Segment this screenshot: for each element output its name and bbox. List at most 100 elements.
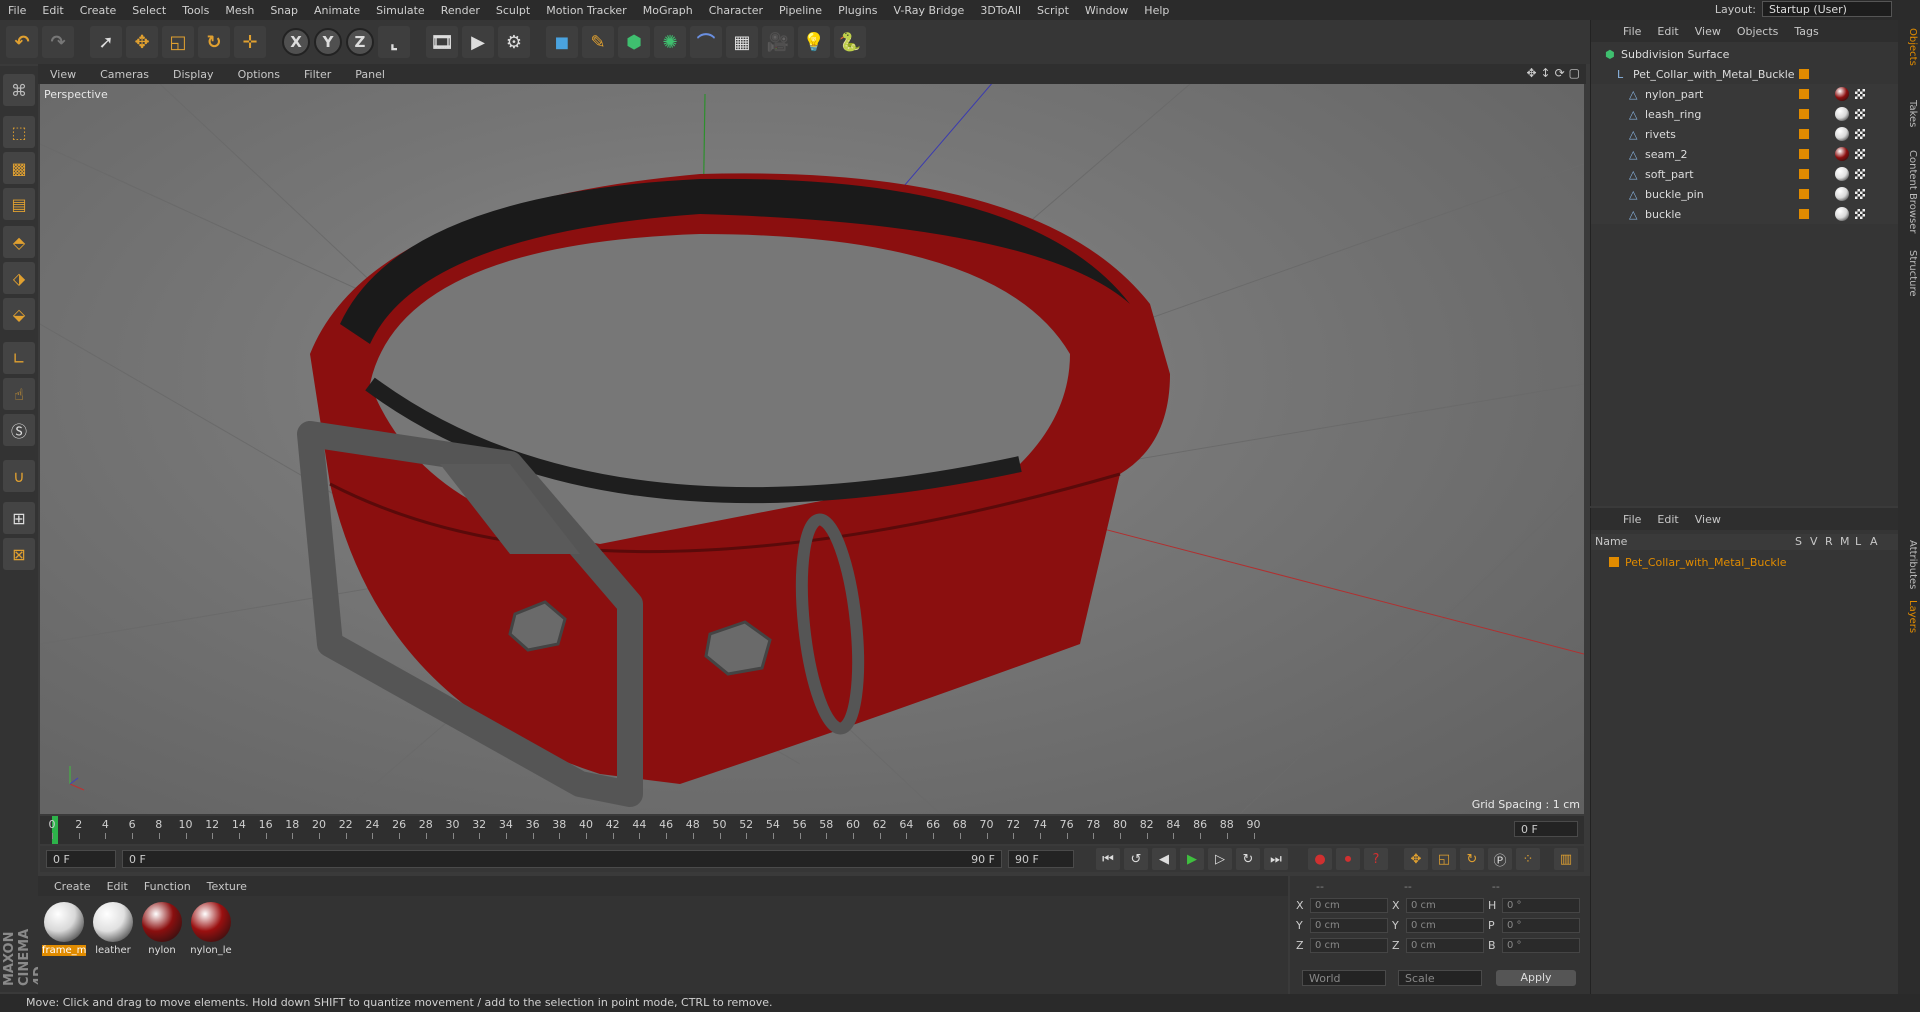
material-swatch[interactable]: leather bbox=[91, 902, 135, 956]
menu-pipeline[interactable]: Pipeline bbox=[771, 4, 830, 17]
record-keys-icon[interactable]: ● bbox=[1308, 848, 1332, 870]
object-row[interactable]: △ nylon_part bbox=[1591, 84, 1899, 104]
menu-script[interactable]: Script bbox=[1029, 4, 1077, 17]
axis-mode-icon[interactable]: ∟ bbox=[3, 342, 35, 374]
layer-menu-file[interactable]: File bbox=[1615, 513, 1649, 526]
menu-file[interactable]: File bbox=[0, 4, 34, 17]
viewport-menu-view[interactable]: View bbox=[38, 68, 88, 81]
material-tag-icon[interactable] bbox=[1835, 187, 1849, 201]
object-menu-tags[interactable]: Tags bbox=[1786, 25, 1826, 38]
layout-dropdown[interactable]: Startup (User) bbox=[1762, 1, 1892, 17]
object-row[interactable]: △ soft_part bbox=[1591, 164, 1899, 184]
play-icon[interactable]: ▶ bbox=[1180, 848, 1204, 870]
go-to-end-icon[interactable]: ⏭ bbox=[1264, 848, 1288, 870]
coordinate-system-icon[interactable]: ⌞ bbox=[378, 26, 410, 58]
cube-primitive-icon[interactable]: ◼ bbox=[546, 26, 578, 58]
menu-window[interactable]: Window bbox=[1077, 4, 1136, 17]
material-tag-icon[interactable] bbox=[1835, 207, 1849, 221]
scale-tool-icon[interactable]: ◱ bbox=[162, 26, 194, 58]
object-row[interactable]: △ rivets bbox=[1591, 124, 1899, 144]
viewport-menu-filter[interactable]: Filter bbox=[292, 68, 343, 81]
previous-key-icon[interactable]: ↺ bbox=[1124, 848, 1148, 870]
python-icon[interactable]: 🐍 bbox=[834, 26, 866, 58]
viewport-nav-icons[interactable]: ✥↕⟳▢ bbox=[1526, 66, 1584, 80]
coordinate-value-field[interactable]: 0 cm bbox=[1406, 918, 1484, 933]
coordinate-value-field[interactable]: 0 cm bbox=[1406, 938, 1484, 953]
edges-mode-icon[interactable]: ⬗ bbox=[3, 262, 35, 294]
apply-button[interactable]: Apply bbox=[1496, 970, 1576, 986]
pen-spline-icon[interactable]: ✎ bbox=[582, 26, 614, 58]
material-swatch[interactable]: nylon_le bbox=[189, 902, 233, 956]
menu-edit[interactable]: Edit bbox=[34, 4, 71, 17]
texture-mode-icon[interactable]: ▩ bbox=[3, 152, 35, 184]
object-menu-edit[interactable]: Edit bbox=[1649, 25, 1686, 38]
3d-viewport[interactable] bbox=[40, 84, 1584, 814]
magnet-icon[interactable]: ∪ bbox=[3, 460, 35, 492]
menu-motion-tracker[interactable]: Motion Tracker bbox=[538, 4, 634, 17]
coordinate-value-field[interactable]: 0 cm bbox=[1310, 918, 1388, 933]
move-tool-icon[interactable]: ✥ bbox=[126, 26, 158, 58]
timeline-ruler[interactable]: 0 2 4 6 8 10 12 14 16 18 20 22 24 26 28 30 32 34 36 38 40 42 4… bbox=[40, 816, 1584, 844]
layer-menu-edit[interactable]: Edit bbox=[1649, 513, 1686, 526]
material-tag-icon[interactable] bbox=[1835, 87, 1849, 101]
menu-mesh[interactable]: Mesh bbox=[217, 4, 262, 17]
material-tag-icon[interactable] bbox=[1835, 127, 1849, 141]
layer-menu-view[interactable]: View bbox=[1687, 513, 1729, 526]
key-scale-icon[interactable]: ◱ bbox=[1432, 848, 1456, 870]
deformer-icon[interactable]: ⌒ bbox=[690, 26, 722, 58]
right-tab-structure[interactable]: Structure bbox=[1900, 250, 1918, 297]
frame-range-slider[interactable]: 0 F 90 F bbox=[122, 850, 1002, 868]
keyframe-selection-icon[interactable]: ? bbox=[1364, 848, 1388, 870]
coord-system-dropdown[interactable]: World bbox=[1302, 970, 1386, 986]
timeline-frame-field[interactable]: 0 F bbox=[1514, 821, 1578, 837]
object-row[interactable]: ⬢ Subdivision Surface bbox=[1591, 44, 1899, 64]
coordinate-value-field[interactable]: 0 cm bbox=[1310, 898, 1388, 913]
right-tab-layers[interactable]: Layers bbox=[1900, 600, 1918, 633]
object-row[interactable]: L Pet_Collar_with_Metal_Buckle bbox=[1591, 64, 1899, 84]
key-parameter-icon[interactable]: Ⓟ bbox=[1488, 848, 1512, 870]
uv-tag-icon[interactable] bbox=[1855, 109, 1865, 119]
select-tool-icon[interactable]: ➚ bbox=[90, 26, 122, 58]
uv-tag-icon[interactable] bbox=[1855, 169, 1865, 179]
menu-render[interactable]: Render bbox=[433, 4, 488, 17]
object-menu-file[interactable]: File bbox=[1615, 25, 1649, 38]
coord-mode-dropdown[interactable]: Scale bbox=[1398, 970, 1482, 986]
menu-plugins[interactable]: Plugins bbox=[830, 4, 885, 17]
uv-tag-icon[interactable] bbox=[1855, 149, 1865, 159]
render-settings-icon[interactable]: ⚙ bbox=[498, 26, 530, 58]
key-pla-icon[interactable]: ⁘ bbox=[1516, 848, 1540, 870]
material-swatch[interactable]: nylon bbox=[140, 902, 184, 956]
x-axis-lock-button[interactable]: X bbox=[282, 28, 310, 56]
undo-button[interactable]: ↶ bbox=[6, 26, 38, 58]
go-to-start-icon[interactable]: ⏮ bbox=[1096, 848, 1120, 870]
material-menu-texture[interactable]: Texture bbox=[199, 880, 255, 893]
coordinate-value-field[interactable]: 0 cm bbox=[1310, 938, 1388, 953]
viewport-menu-panel[interactable]: Panel bbox=[343, 68, 397, 81]
array-cloner-icon[interactable]: ✺ bbox=[654, 26, 686, 58]
material-tag-icon[interactable] bbox=[1835, 107, 1849, 121]
menu-3dtoall[interactable]: 3DToAll bbox=[972, 4, 1029, 17]
viewport-menu-cameras[interactable]: Cameras bbox=[88, 68, 161, 81]
floor-scene-icon[interactable]: ▦ bbox=[726, 26, 758, 58]
rotate-tool-icon[interactable]: ↻ bbox=[198, 26, 230, 58]
material-tag-icon[interactable] bbox=[1835, 167, 1849, 181]
object-row[interactable]: △ seam_2 bbox=[1591, 144, 1899, 164]
material-menu-create[interactable]: Create bbox=[46, 880, 99, 893]
timeline-window-icon[interactable]: ▥ bbox=[1554, 848, 1578, 870]
make-editable-icon[interactable]: ⌘ bbox=[3, 74, 35, 106]
autokey-icon[interactable]: ⏺ bbox=[1336, 848, 1360, 870]
layer-row[interactable]: Pet_Collar_with_Metal_Buckle bbox=[1591, 552, 1899, 572]
y-axis-lock-button[interactable]: Y bbox=[314, 28, 342, 56]
coordinate-value-field[interactable]: 0 ° bbox=[1502, 898, 1580, 913]
lock-workplane-icon[interactable]: ⊞ bbox=[3, 502, 35, 534]
workplane-mode-icon[interactable]: ▤ bbox=[3, 188, 35, 220]
right-tab-attributes[interactable]: Attributes bbox=[1900, 540, 1918, 589]
menu-sculpt[interactable]: Sculpt bbox=[488, 4, 538, 17]
right-tab-content-browser[interactable]: Content Browser bbox=[1900, 150, 1918, 233]
next-key-icon[interactable]: ↻ bbox=[1236, 848, 1260, 870]
material-tag-icon[interactable] bbox=[1835, 147, 1849, 161]
material-menu-function[interactable]: Function bbox=[136, 880, 199, 893]
menu-animate[interactable]: Animate bbox=[306, 4, 368, 17]
right-tab-takes[interactable]: Takes bbox=[1900, 100, 1918, 127]
redo-button[interactable]: ↷ bbox=[42, 26, 74, 58]
